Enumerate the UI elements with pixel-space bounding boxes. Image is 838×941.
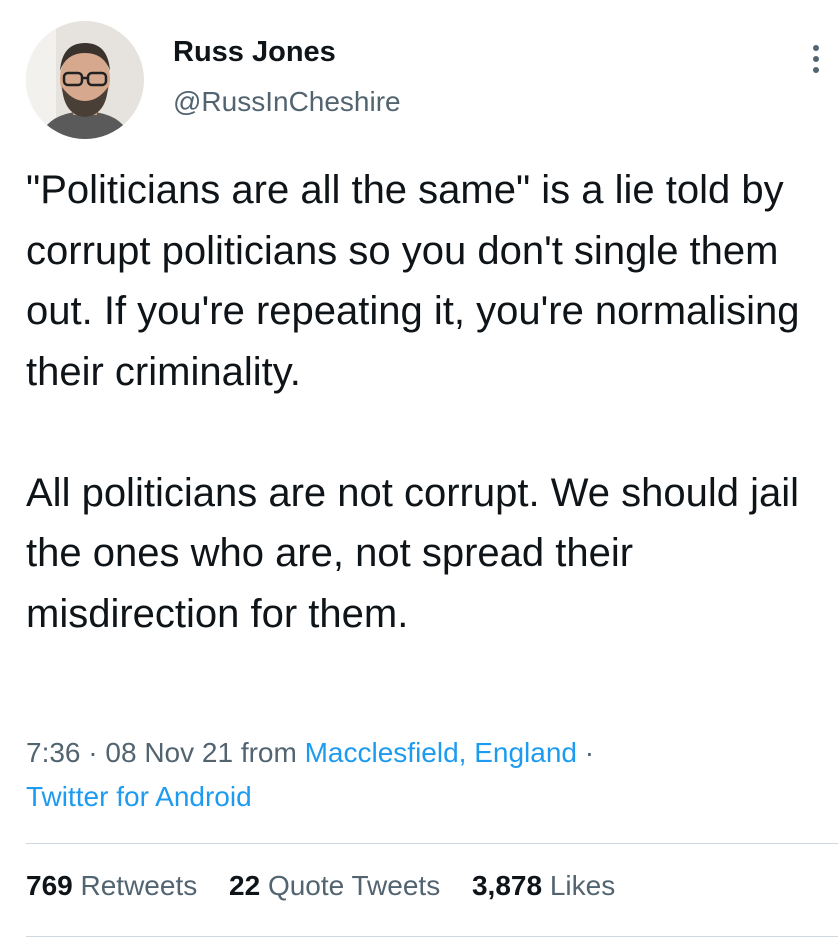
location-link[interactable]: Macclesfield, England — [305, 737, 577, 768]
profile-photo — [26, 21, 144, 139]
divider — [26, 936, 838, 937]
author-display-name[interactable]: Russ Jones — [173, 36, 336, 69]
retweets-label: Retweets — [80, 870, 198, 901]
quotes-label: Quote Tweets — [267, 870, 441, 901]
vertical-ellipsis-icon[interactable] — [808, 44, 824, 74]
source-link[interactable]: Twitter for Android — [26, 781, 252, 812]
divider — [26, 843, 838, 844]
author-handle[interactable]: @RussInCheshire — [173, 86, 401, 118]
likes-count: 3,878 — [471, 870, 543, 901]
separator-dot: · — [88, 737, 98, 768]
retweets-count: 769 — [26, 870, 73, 901]
quotes-count: 22 — [229, 870, 261, 901]
retweets-stat[interactable]: 769 Retweets — [26, 870, 197, 901]
avatar[interactable] — [26, 21, 144, 139]
likes-label: Likes — [549, 870, 616, 901]
tweet-date[interactable]: 08 Nov 21 — [105, 737, 233, 768]
tweet-time[interactable]: 7:36 — [26, 737, 81, 768]
separator-dot: · — [584, 737, 595, 768]
from-label: from — [240, 737, 297, 768]
tweet-paragraph: All politicians are not corrupt. We shou… — [26, 470, 799, 636]
engagement-stats: 769 Retweets 22 Quote Tweets 3,878 Likes — [26, 870, 639, 902]
likes-stat[interactable]: 3,878 Likes — [472, 870, 615, 901]
tweet-paragraph: "Politicians are all the same" is a lie … — [26, 168, 800, 394]
tweet-text: "Politicians are all the same" is a lie … — [26, 160, 826, 644]
tweet-metadata: 7:36 · 08 Nov 21 from Macclesfield, Engl… — [26, 731, 816, 819]
quote-tweets-stat[interactable]: 22 Quote Tweets — [229, 870, 440, 901]
